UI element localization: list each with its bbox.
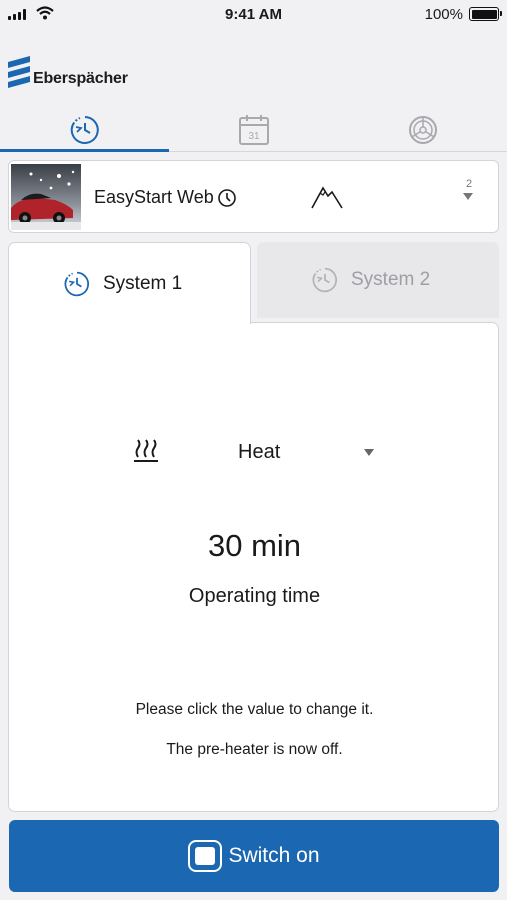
device-name-row: EasyStart Web (94, 187, 237, 208)
tab-calendar[interactable]: 31 (169, 108, 338, 152)
battery-percent: 100% (424, 6, 463, 23)
device-name: EasyStart Web (94, 187, 214, 207)
battery-icon (469, 7, 502, 21)
timer-icon (70, 116, 99, 144)
active-tab-indicator (0, 149, 169, 152)
power-icon (188, 840, 223, 872)
mode-selector[interactable]: Heat (9, 433, 500, 473)
tab-join (9, 318, 250, 326)
tab-vehicle[interactable] (338, 108, 507, 152)
chevron-down-icon[interactable] (364, 449, 374, 456)
switch-label: Switch on (228, 844, 320, 867)
status-bar: 9:41 AM 100% (0, 0, 507, 28)
system-panel: Heat 30 min Operating time Please click … (8, 322, 499, 812)
vehicle-thumbnail (11, 164, 81, 230)
device-selector[interactable]: EasyStart Web 2 (8, 160, 499, 233)
calendar-day: 31 (248, 131, 260, 142)
operating-time-value[interactable]: 30 min (9, 528, 500, 564)
clock-icon (217, 188, 236, 207)
tab-system-2[interactable]: System 2 (257, 242, 499, 318)
device-count: 2 (465, 178, 473, 190)
mountain-icon (311, 186, 343, 209)
operating-time-label: Operating time (188, 585, 321, 607)
timer-icon (311, 266, 339, 294)
tab-system-1[interactable]: System 1 (8, 242, 251, 324)
top-tab-bar: 31 (0, 108, 507, 152)
tab-label: System 1 (103, 272, 183, 294)
switch-on-button[interactable]: Switch on (9, 820, 499, 892)
steering-wheel-icon (408, 116, 437, 144)
brand-logo: Eberspächer (8, 56, 128, 90)
hint-text: Please click the value to change it. (135, 701, 374, 718)
mode-value[interactable]: Heat (238, 441, 280, 464)
timer-icon (63, 270, 91, 298)
calendar-icon: 31 (238, 115, 269, 145)
chevron-down-icon[interactable] (463, 193, 473, 200)
brand-name: Eberspächer (33, 70, 128, 87)
status-text: The pre-heater is now off. (166, 741, 343, 758)
tab-label: System 2 (351, 269, 431, 290)
heat-icon (134, 439, 158, 462)
tab-timer[interactable] (0, 108, 169, 152)
eberspacher-logo-icon (8, 56, 30, 88)
